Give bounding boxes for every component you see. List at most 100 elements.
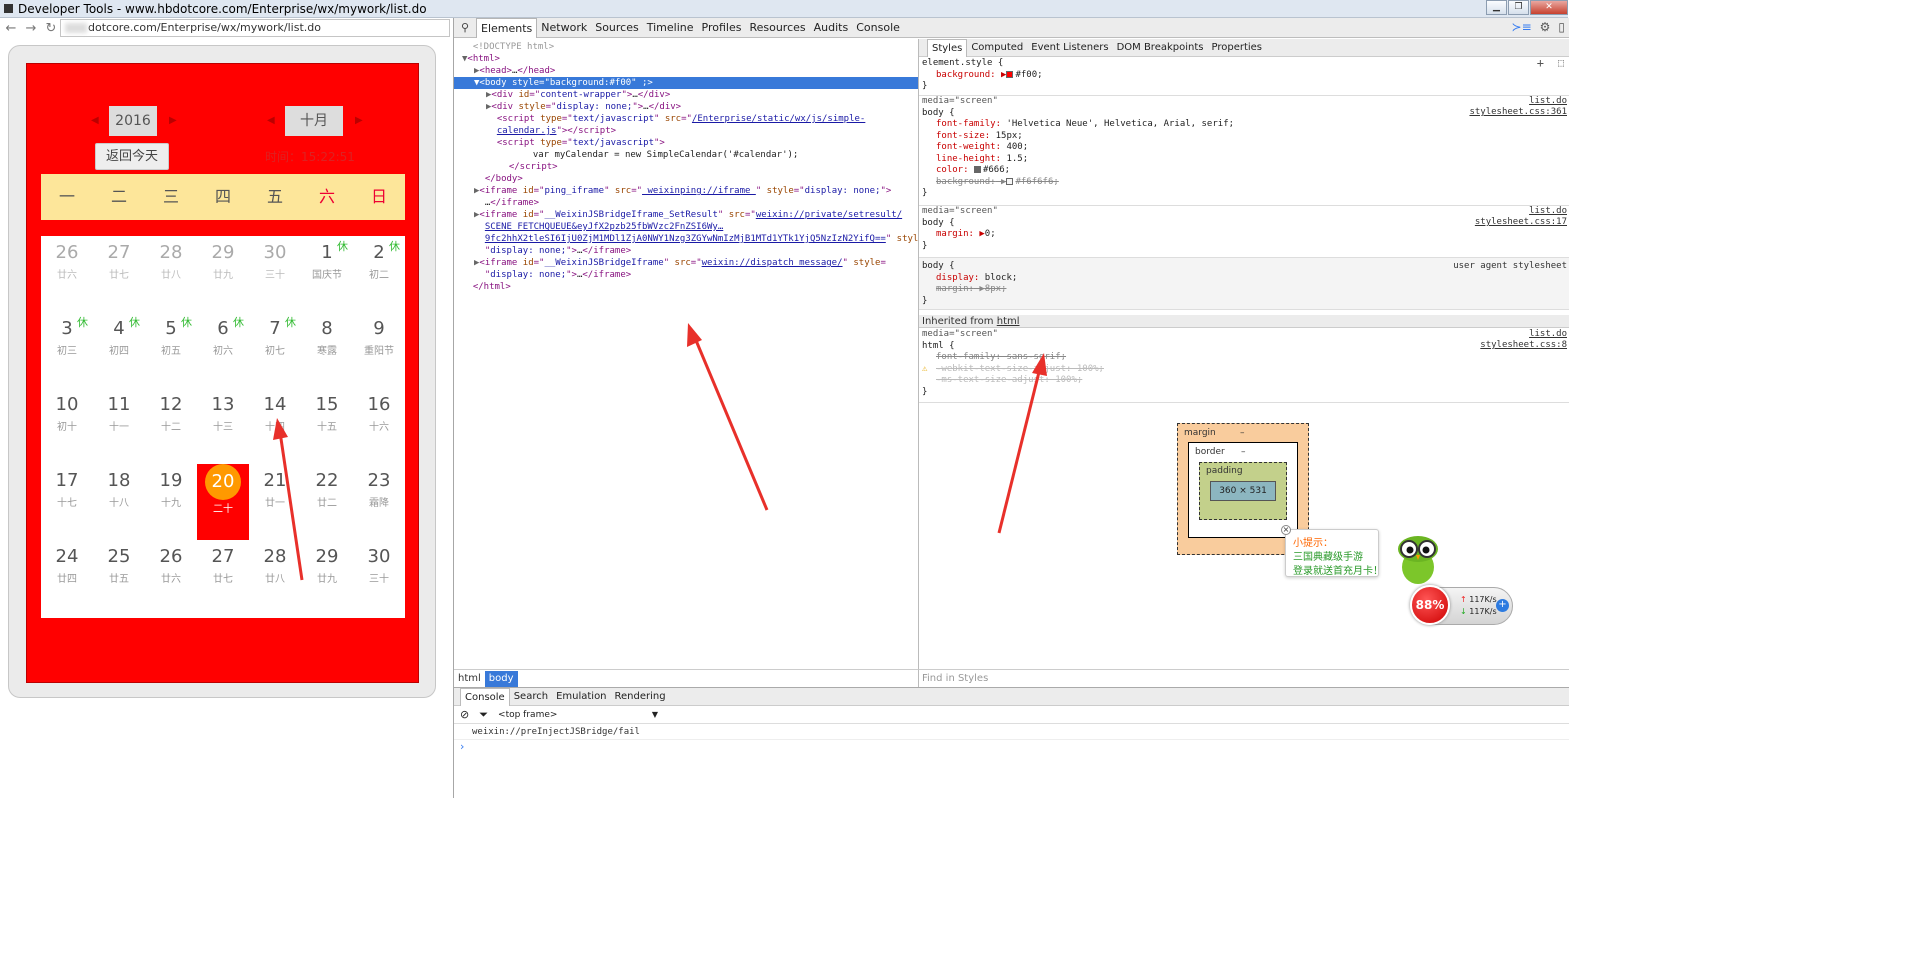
calendar-day[interactable]: 12 十二 bbox=[145, 388, 197, 464]
dom-node-line[interactable]: </script> bbox=[454, 161, 918, 173]
tab-profiles[interactable]: Profiles bbox=[698, 18, 746, 38]
next-year-arrow-icon[interactable]: ▶ bbox=[169, 106, 177, 136]
expand-plus-icon[interactable]: + bbox=[1496, 599, 1509, 612]
network-speed-widget[interactable]: 88% ↑ 117K/s ↓ 117K/s + bbox=[1410, 585, 1513, 625]
prev-month-arrow-icon[interactable]: ◀ bbox=[267, 106, 275, 136]
calendar-day[interactable]: 3 初三休 bbox=[41, 312, 93, 388]
filter-icon[interactable]: ⏷ bbox=[479, 708, 488, 722]
css-property[interactable]: font-family: 'Helvetica Neue', Helvetica… bbox=[922, 119, 1569, 131]
styles-tab-event-listeners[interactable]: Event Listeners bbox=[1027, 39, 1112, 57]
add-rule-icon[interactable]: + bbox=[1537, 57, 1544, 70]
prev-year-arrow-icon[interactable]: ◀ bbox=[91, 106, 99, 136]
calendar-day[interactable]: 6 初六休 bbox=[197, 312, 249, 388]
dom-node-line[interactable]: ▶<head>…</head> bbox=[454, 65, 918, 77]
forward-arrow-icon[interactable]: → bbox=[24, 21, 38, 36]
ad-tooltip[interactable]: × 小提示： 三国典藏级手游 登录就送首充月卡！ bbox=[1281, 525, 1383, 577]
url-input[interactable]: dotcore.com/Enterprise/wx/mywork/list.do bbox=[60, 19, 450, 37]
drawer-tab-console[interactable]: Console bbox=[460, 687, 510, 706]
dom-node-line[interactable]: ▶<iframe id="ping_iframe" src=" weixinpi… bbox=[454, 185, 918, 197]
drawer-toggle-icon[interactable]: ≻≡ bbox=[1512, 20, 1532, 34]
dom-node-line[interactable]: <script type="text/javascript" src="/Ent… bbox=[454, 113, 918, 125]
dom-node-line[interactable]: ▶<div id="content-wrapper">…</div> bbox=[454, 89, 918, 101]
calendar-day[interactable]: 29 廿九 bbox=[197, 236, 249, 312]
css-property[interactable]: line-height: 1.5; bbox=[922, 154, 1569, 166]
calendar-day[interactable]: 27 廿七 bbox=[93, 236, 145, 312]
styles-tab-computed[interactable]: Computed bbox=[967, 39, 1027, 57]
clear-console-icon[interactable]: ⊘ bbox=[460, 708, 469, 721]
calendar-day[interactable]: 30 三十 bbox=[353, 540, 405, 616]
minimize-button[interactable]: ▁ bbox=[1486, 0, 1507, 15]
source-link-list-do[interactable]: list.do bbox=[1529, 206, 1567, 218]
css-property[interactable]: color: #666; bbox=[922, 165, 1569, 177]
calendar-day[interactable]: 11 十一 bbox=[93, 388, 145, 464]
calendar-day[interactable]: 5 初五休 bbox=[145, 312, 197, 388]
color-swatch[interactable] bbox=[1006, 70, 1014, 78]
color-swatch[interactable] bbox=[973, 166, 981, 173]
styles-tab-properties[interactable]: Properties bbox=[1207, 39, 1266, 57]
tab-sources[interactable]: Sources bbox=[591, 18, 643, 38]
calendar-day[interactable]: 29 廿九 bbox=[301, 540, 353, 616]
calendar-day[interactable]: 24 廿四 bbox=[41, 540, 93, 616]
strike-background-prop[interactable]: background: ▶ #f6f6f6; bbox=[922, 177, 1569, 189]
source-link-stylesheet-8[interactable]: stylesheet.css:8 bbox=[1480, 340, 1567, 352]
dock-icon[interactable]: ▯ bbox=[1558, 20, 1565, 34]
dom-node-line[interactable]: ▶<div style="display: none;">…</div> bbox=[454, 101, 918, 113]
year-select[interactable]: 2016 bbox=[109, 106, 157, 136]
dom-node-line[interactable]: "display: none;">…</iframe> bbox=[454, 245, 918, 257]
calendar-day[interactable]: 25 廿五 bbox=[93, 540, 145, 616]
calendar-day[interactable]: 28 廿八 bbox=[145, 236, 197, 312]
dom-node-line[interactable]: var myCalendar = new SimpleCalendar('#ca… bbox=[454, 149, 918, 161]
drawer-tab-search[interactable]: Search bbox=[510, 688, 552, 706]
calendar-day-today[interactable]: 20 二十 bbox=[197, 464, 249, 540]
tab-network[interactable]: Network bbox=[537, 18, 591, 38]
calendar-day[interactable]: 15 十五 bbox=[301, 388, 353, 464]
back-to-today-button[interactable]: 返回今天 bbox=[95, 143, 169, 170]
dom-node-line[interactable]: <!DOCTYPE html> bbox=[454, 41, 918, 53]
styles-tab-styles[interactable]: Styles bbox=[927, 39, 968, 57]
drawer-tab-emulation[interactable]: Emulation bbox=[552, 688, 610, 706]
calendar-day[interactable]: 27 廿七 bbox=[197, 540, 249, 616]
dom-node-line[interactable]: ▼<html> bbox=[454, 53, 918, 65]
owl-mascot-icon[interactable] bbox=[1393, 533, 1443, 585]
source-link-stylesheet-17[interactable]: stylesheet.css:17 bbox=[1475, 217, 1567, 229]
dom-node-line[interactable]: calendar.js"></script> bbox=[454, 125, 918, 137]
frame-select[interactable]: <top frame> ▼ bbox=[498, 708, 658, 722]
element-style-prop[interactable]: background: ▶ #f00; bbox=[922, 70, 1569, 82]
source-link-list-do[interactable]: list.do bbox=[1529, 329, 1567, 341]
color-swatch[interactable] bbox=[1006, 177, 1014, 185]
next-month-arrow-icon[interactable]: ▶ bbox=[355, 106, 363, 136]
calendar-day[interactable]: 1 国庆节休 bbox=[301, 236, 353, 312]
source-link-stylesheet-361[interactable]: stylesheet.css:361 bbox=[1469, 107, 1567, 119]
breadcrumb-html[interactable]: html bbox=[454, 671, 485, 687]
dom-node-line[interactable]: ▶<iframe id="__WeixinJSBridgeIframe_SetR… bbox=[454, 209, 918, 221]
calendar-day[interactable]: 30 三十 bbox=[249, 236, 301, 312]
memory-percent-ball[interactable]: 88% bbox=[1410, 585, 1450, 625]
drawer-tab-rendering[interactable]: Rendering bbox=[611, 688, 670, 706]
tab-resources[interactable]: Resources bbox=[745, 18, 809, 38]
inherited-html-link[interactable]: html bbox=[997, 316, 1020, 327]
source-link-list-do[interactable]: list.do bbox=[1529, 96, 1567, 108]
back-arrow-icon[interactable]: ← bbox=[4, 21, 18, 36]
tab-timeline[interactable]: Timeline bbox=[643, 18, 698, 38]
tab-audits[interactable]: Audits bbox=[810, 18, 853, 38]
dom-node-line[interactable]: ▶<iframe id="__WeixinJSBridgeIframe" src… bbox=[454, 257, 918, 269]
calendar-day[interactable]: 8 寒露 bbox=[301, 312, 353, 388]
close-button[interactable]: ✕ bbox=[1530, 0, 1568, 15]
calendar-day[interactable]: 18 十八 bbox=[93, 464, 145, 540]
calendar-day[interactable]: 19 十九 bbox=[145, 464, 197, 540]
calendar-day[interactable]: 21 廿一 bbox=[249, 464, 301, 540]
dom-node-line[interactable]: ▼<body style="background:#f00" ;> bbox=[454, 77, 918, 89]
reload-icon[interactable]: ↻ bbox=[44, 21, 58, 36]
calendar-day[interactable]: 9 重阳节 bbox=[353, 312, 405, 388]
calendar-day[interactable]: 10 初十 bbox=[41, 388, 93, 464]
calendar-day[interactable]: 7 初七休 bbox=[249, 312, 301, 388]
dom-node-line[interactable]: "display: none;">…</iframe> bbox=[454, 269, 918, 281]
toggle-state-icon[interactable]: ⬚ bbox=[1558, 58, 1564, 70]
settings-gear-icon[interactable]: ⚙ bbox=[1540, 20, 1551, 34]
dom-node-line[interactable]: SCENE_FETCHQUEUE&eyJfX2pzb25fbWVzc2FnZSI… bbox=[454, 221, 918, 233]
calendar-day[interactable]: 23 霜降 bbox=[353, 464, 405, 540]
calendar-day[interactable]: 28 廿八 bbox=[249, 540, 301, 616]
calendar-day[interactable]: 2 初二休 bbox=[353, 236, 405, 312]
find-in-styles-input[interactable]: Find in Styles bbox=[918, 669, 1569, 687]
tab-elements[interactable]: Elements bbox=[476, 17, 538, 38]
